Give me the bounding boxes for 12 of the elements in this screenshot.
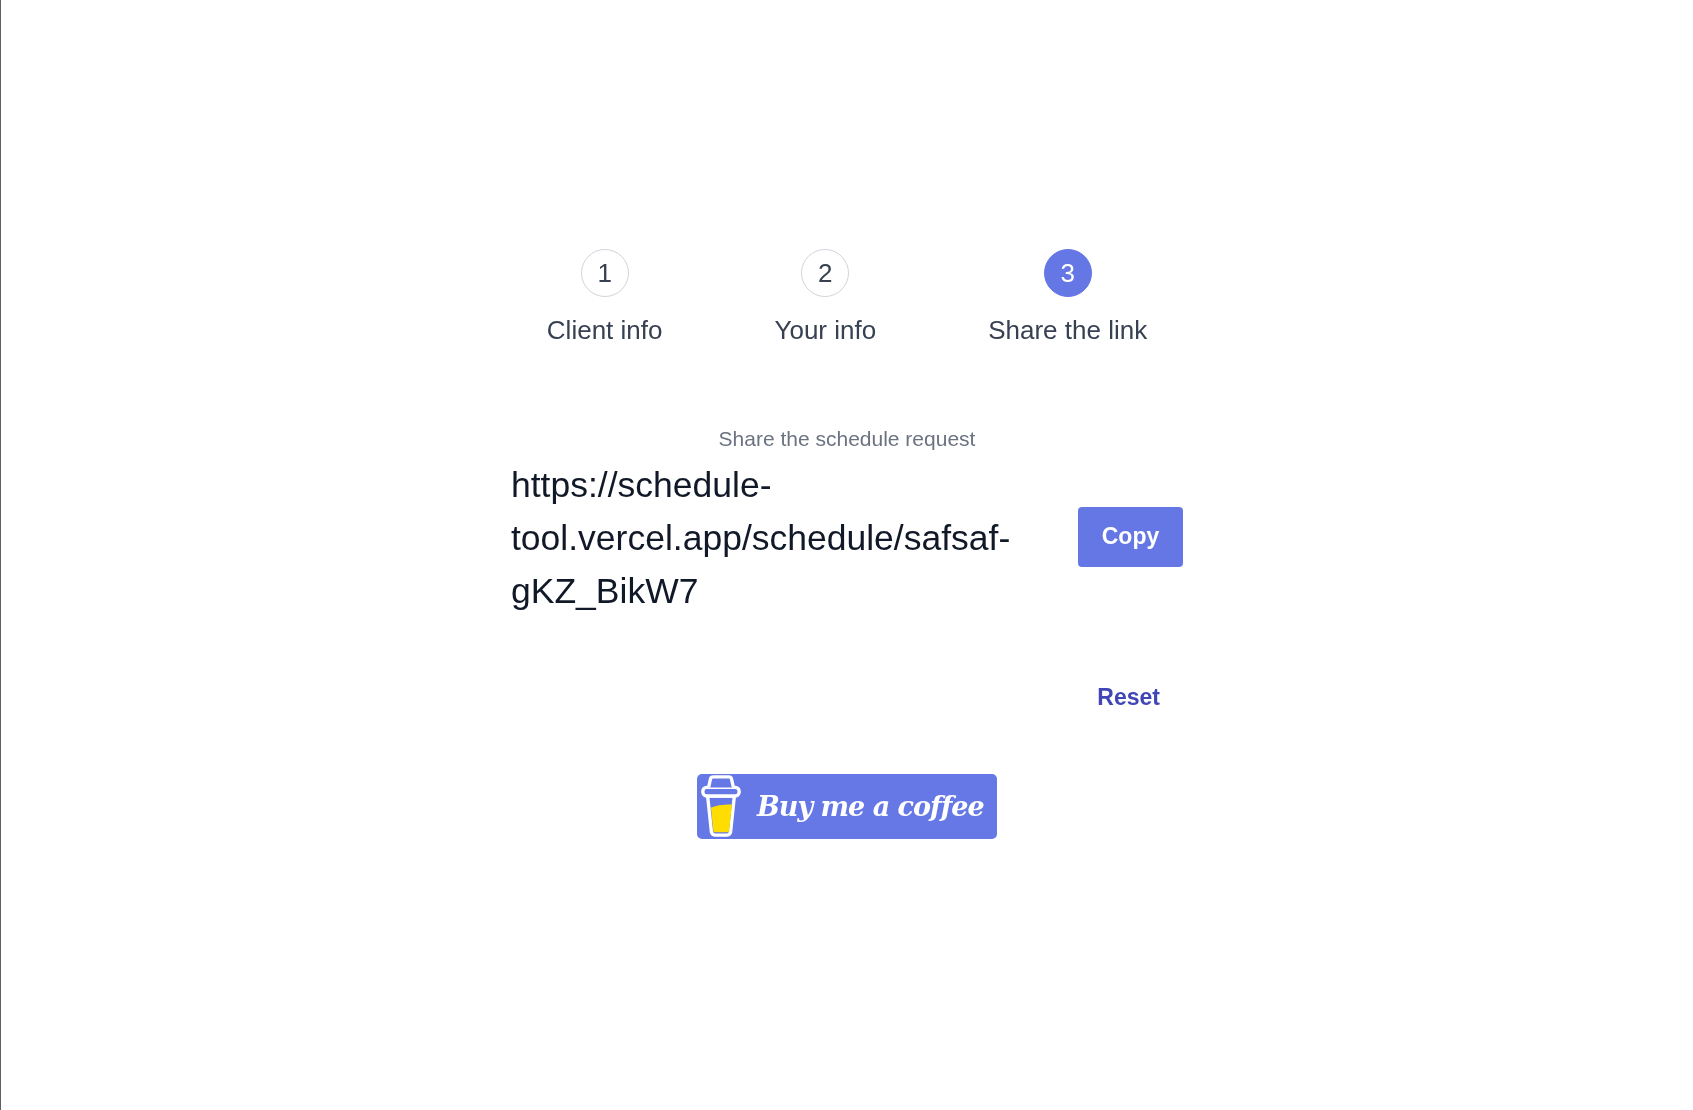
cup-icon (699, 775, 743, 838)
share-heading: Share the schedule request (718, 427, 976, 451)
copy-button[interactable]: Copy (1078, 506, 1183, 567)
step-label: Client info (546, 315, 663, 345)
step-number: 3 (1043, 249, 1092, 297)
share-link-text: https://schedule-tool.vercel.app/schedule/safsaf-gKZ_BikW7 (511, 464, 1012, 613)
step-number: 1 (580, 249, 629, 297)
reset-link[interactable]: Reset (1097, 684, 1160, 711)
step-label: Share the link (988, 315, 1148, 345)
step-label: Your info (774, 315, 877, 345)
step-number: 2 (801, 249, 850, 297)
coffee-button[interactable]: Buy me a coffee (697, 774, 997, 839)
